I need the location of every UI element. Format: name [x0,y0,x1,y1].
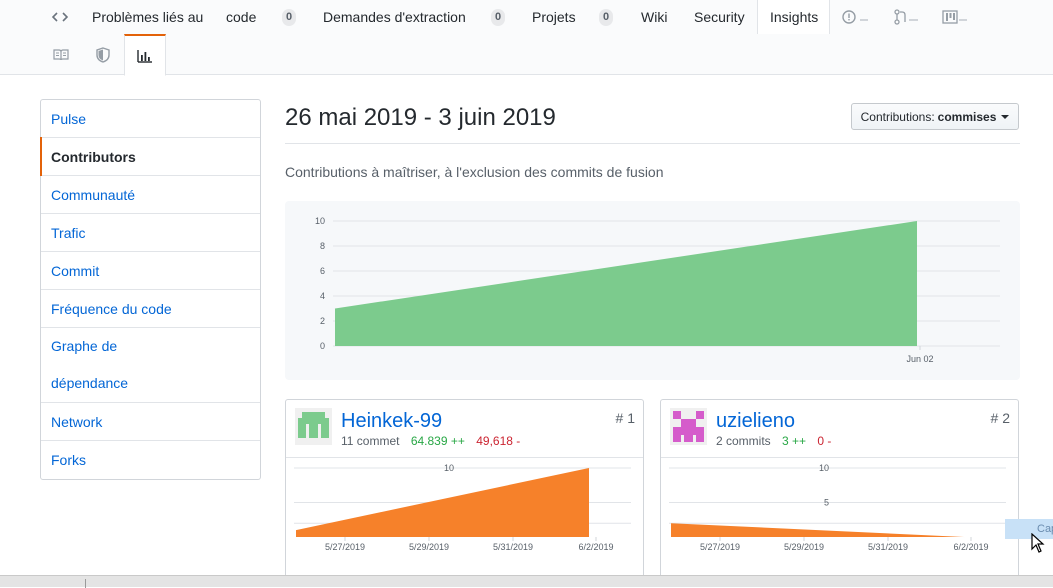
projects-counter: 0 [599,0,613,34]
tab-pulls-label: Demandes d'extraction [323,9,466,25]
tab-wiki[interactable]: Wiki [641,0,667,34]
projects-count: 0 [599,9,613,26]
y-tick-label: 0 [320,341,325,351]
x-tick-label: 5/29/2019 [409,542,449,552]
y-tick-label: 4 [320,291,325,301]
tab-code-label: code [226,9,256,25]
mouse-cursor-icon [1031,533,1045,553]
y-tick-label: 10 [315,216,325,226]
main-chart-svg: 0 2 4 6 8 10 Jun 02 [285,201,1020,380]
tab-security-label: Security [694,9,745,25]
avatar[interactable] [295,408,332,445]
deletions-count: 49,618 - [476,434,520,448]
dependency-graph-label-line2: dépendance [51,365,260,402]
sidebar-item-commits[interactable]: Commit [41,252,260,290]
issue-opened-icon[interactable] [842,0,870,34]
chevron-down-icon [1001,115,1009,119]
deletions-count: 0 - [817,434,831,448]
tab-issues-label: Problèmes liés au [92,9,203,25]
x-tick-label: 5/27/2019 [700,542,740,552]
tab-insights[interactable]: Insights [757,0,830,34]
sidebar-item-dependency-graph[interactable]: Graphe de dépendance [41,328,260,403]
y-tick-label: 2 [320,316,325,326]
contributor-header: Heinkek-99 11 commet 64.839 ++ 49,618 - … [286,400,643,458]
tab-projects-label: Projets [532,9,576,25]
contributor-stats: 11 commet 64.839 ++ 49,618 - [341,434,520,448]
main-contributions-chart: 0 2 4 6 8 10 Jun 02 [285,201,1020,380]
repo-nav: Problèmes liés au code 0 Demandes d'extr… [0,0,1053,75]
y-tick-label: 10 [444,463,454,473]
contributor-chart-svg: 10 5/27/2019 5/29/2019 5/31/2019 6/2/2019 [286,458,644,579]
contributor-rank: # 1 [616,410,635,426]
tab-projects[interactable]: Projets [532,0,576,34]
additions-count: 64.839 ++ [411,434,465,448]
tab-wiki-label: Wiki [641,9,667,25]
sidebar-item-contributors[interactable]: Contributors [41,138,260,176]
book-icon[interactable] [42,34,80,75]
x-tick-label: 5/27/2019 [325,542,365,552]
sidebar-item-pulse[interactable]: Pulse [41,100,260,138]
contributor-stats: 2 commits 3 ++ 0 - [716,434,831,448]
contributions-type-dropdown[interactable]: Contributions: commises [851,103,1019,130]
x-tick-label: 6/2/2019 [953,542,988,552]
code-brackets-icon[interactable] [52,0,68,34]
tab-code[interactable]: code [226,0,256,34]
page-title: 26 mai 2019 - 3 juin 2019 [285,104,556,132]
capture-tooltip[interactable]: Cap [1005,519,1053,539]
code-count: 0 [282,9,296,26]
sidebar-item-network[interactable]: Network [41,403,260,441]
contributor-chart-svg: 10 5 5/27/2019 5/29/2019 5/31/2019 6/2/2019 [661,458,1019,579]
pulls-count: 0 [491,9,505,26]
area-series [671,523,964,537]
chart-description: Contributions à maîtriser, à l'exclusion… [285,164,664,180]
project-board-icon[interactable] [942,0,968,34]
tab-security[interactable]: Security [694,0,745,34]
dependency-graph-label-line1: Graphe de [51,328,260,365]
contributor-card: Heinkek-99 11 commet 64.839 ++ 49,618 - … [285,399,644,579]
x-tick-label: 5/29/2019 [784,542,824,552]
tab-pull-requests[interactable]: Demandes d'extraction [323,0,466,34]
x-tick-label: Jun 02 [906,354,933,364]
y-tick-label: 10 [819,463,829,473]
dropdown-value: commises [938,110,997,124]
x-tick-label: 5/31/2019 [493,542,533,552]
commit-count: 11 commet [341,434,399,448]
tab-insights-label: Insights [770,9,818,25]
contributor-card: uzielieno 2 commits 3 ++ 0 - # 2 10 5 5/27… [660,399,1019,579]
status-bar [0,575,1053,587]
contributor-rank: # 2 [991,410,1010,426]
insights-sidebar: Pulse Contributors Communauté Trafic Com… [40,99,261,480]
pulls-counter: 0 [491,0,505,34]
y-tick-label: 5 [824,498,829,508]
sidebar-item-community[interactable]: Communauté [41,176,260,214]
commit-count: 2 commits [716,434,771,448]
x-tick-label: 5/31/2019 [868,542,908,552]
code-counter: 0 [282,0,296,34]
contributor-name-link[interactable]: uzielieno [716,410,795,433]
dropdown-prefix: Contributions: [861,110,935,124]
area-series [335,221,917,346]
sidebar-item-traffic[interactable]: Trafic [41,214,260,252]
y-tick-label: 6 [320,266,325,276]
sidebar-item-forks[interactable]: Forks [41,441,260,479]
pull-request-icon[interactable] [893,0,919,34]
contributor-header: uzielieno 2 commits 3 ++ 0 - # 2 [661,400,1018,458]
graph-icon[interactable] [124,34,166,76]
shield-icon[interactable] [84,34,122,75]
sidebar-item-code-frequency[interactable]: Fréquence du code [41,290,260,328]
y-tick-label: 8 [320,241,325,251]
x-tick-label: 6/2/2019 [578,542,613,552]
additions-count: 3 ++ [782,434,806,448]
avatar[interactable] [670,408,707,445]
tab-issues[interactable]: Problèmes liés au [92,0,203,34]
contributor-name-link[interactable]: Heinkek-99 [341,410,442,433]
divider [285,143,1020,144]
